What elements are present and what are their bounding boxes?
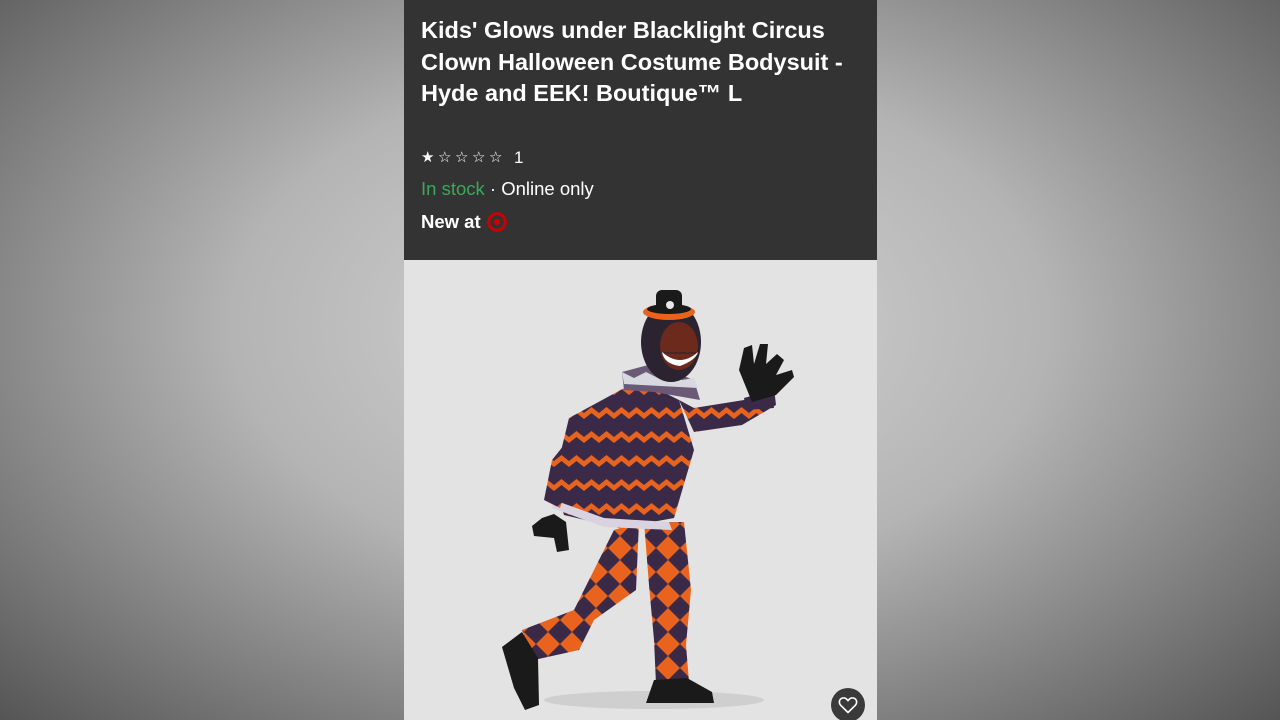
- product-image-area[interactable]: [404, 260, 877, 720]
- product-info-panel: Kids' Glows under Blacklight Circus Clow…: [404, 0, 877, 260]
- new-at-badge: New at: [421, 210, 507, 234]
- rating-star-icon: ☆: [438, 149, 452, 166]
- target-bullseye-icon: [486, 212, 507, 232]
- rating-stars: ★ ☆ ☆ ☆ ☆: [421, 150, 504, 166]
- review-count: 1: [514, 148, 524, 167]
- rating-star-icon: ☆: [455, 149, 469, 166]
- rating-star-icon: ☆: [489, 149, 503, 166]
- availability-note: Online only: [501, 178, 594, 199]
- product-title: Kids' Glows under Blacklight Circus Clow…: [421, 17, 843, 106]
- product-screen: Kids' Glows under Blacklight Circus Clow…: [404, 0, 877, 720]
- availability-separator: ·: [484, 178, 502, 199]
- new-at-label: New at: [421, 211, 481, 232]
- rating-star-icon: ☆: [472, 149, 486, 166]
- product-image: [502, 290, 794, 710]
- rating-star-icon: ★: [421, 149, 435, 166]
- favorite-button[interactable]: [831, 688, 865, 720]
- rating-row[interactable]: ★ ☆ ☆ ☆ ☆ 1: [421, 146, 523, 170]
- stock-status: In stock: [421, 178, 485, 199]
- heart-outline-icon: [838, 697, 858, 714]
- availability-row: In stock · Online only: [421, 177, 594, 201]
